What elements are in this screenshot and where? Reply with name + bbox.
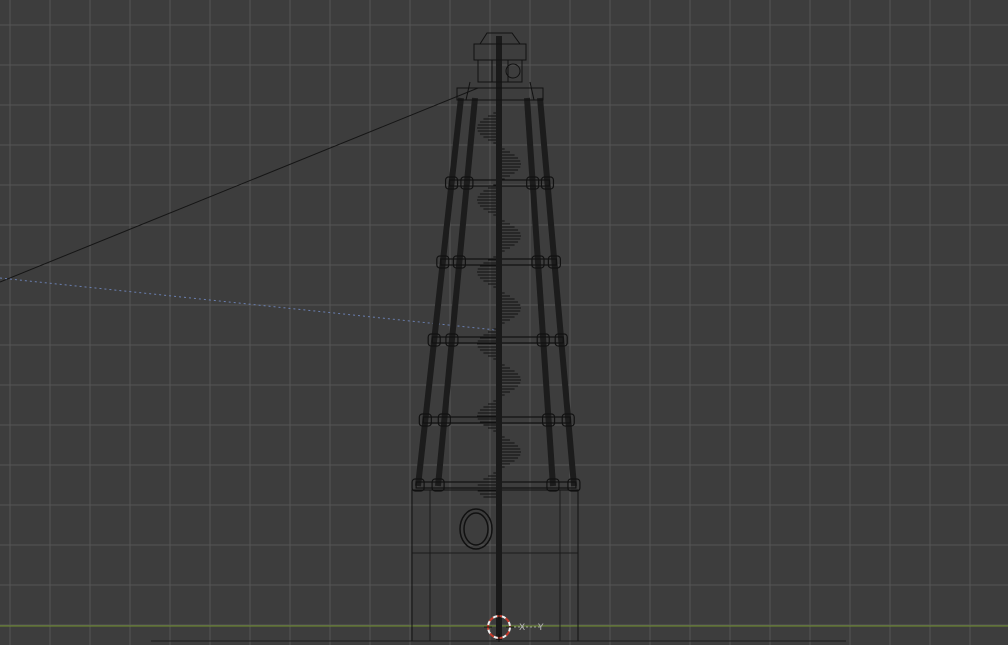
tower-base-box bbox=[411, 489, 579, 642]
3d-viewport[interactable]: X Y bbox=[0, 0, 1008, 645]
guide-dashed-line bbox=[0, 277, 497, 331]
base-hatch bbox=[459, 508, 493, 550]
axis-y-label: Y bbox=[537, 623, 544, 633]
lighthouse-wireframe[interactable] bbox=[151, 32, 846, 642]
axis-x-label: X bbox=[519, 623, 525, 633]
viewport-canvas[interactable]: X Y bbox=[0, 0, 1008, 645]
